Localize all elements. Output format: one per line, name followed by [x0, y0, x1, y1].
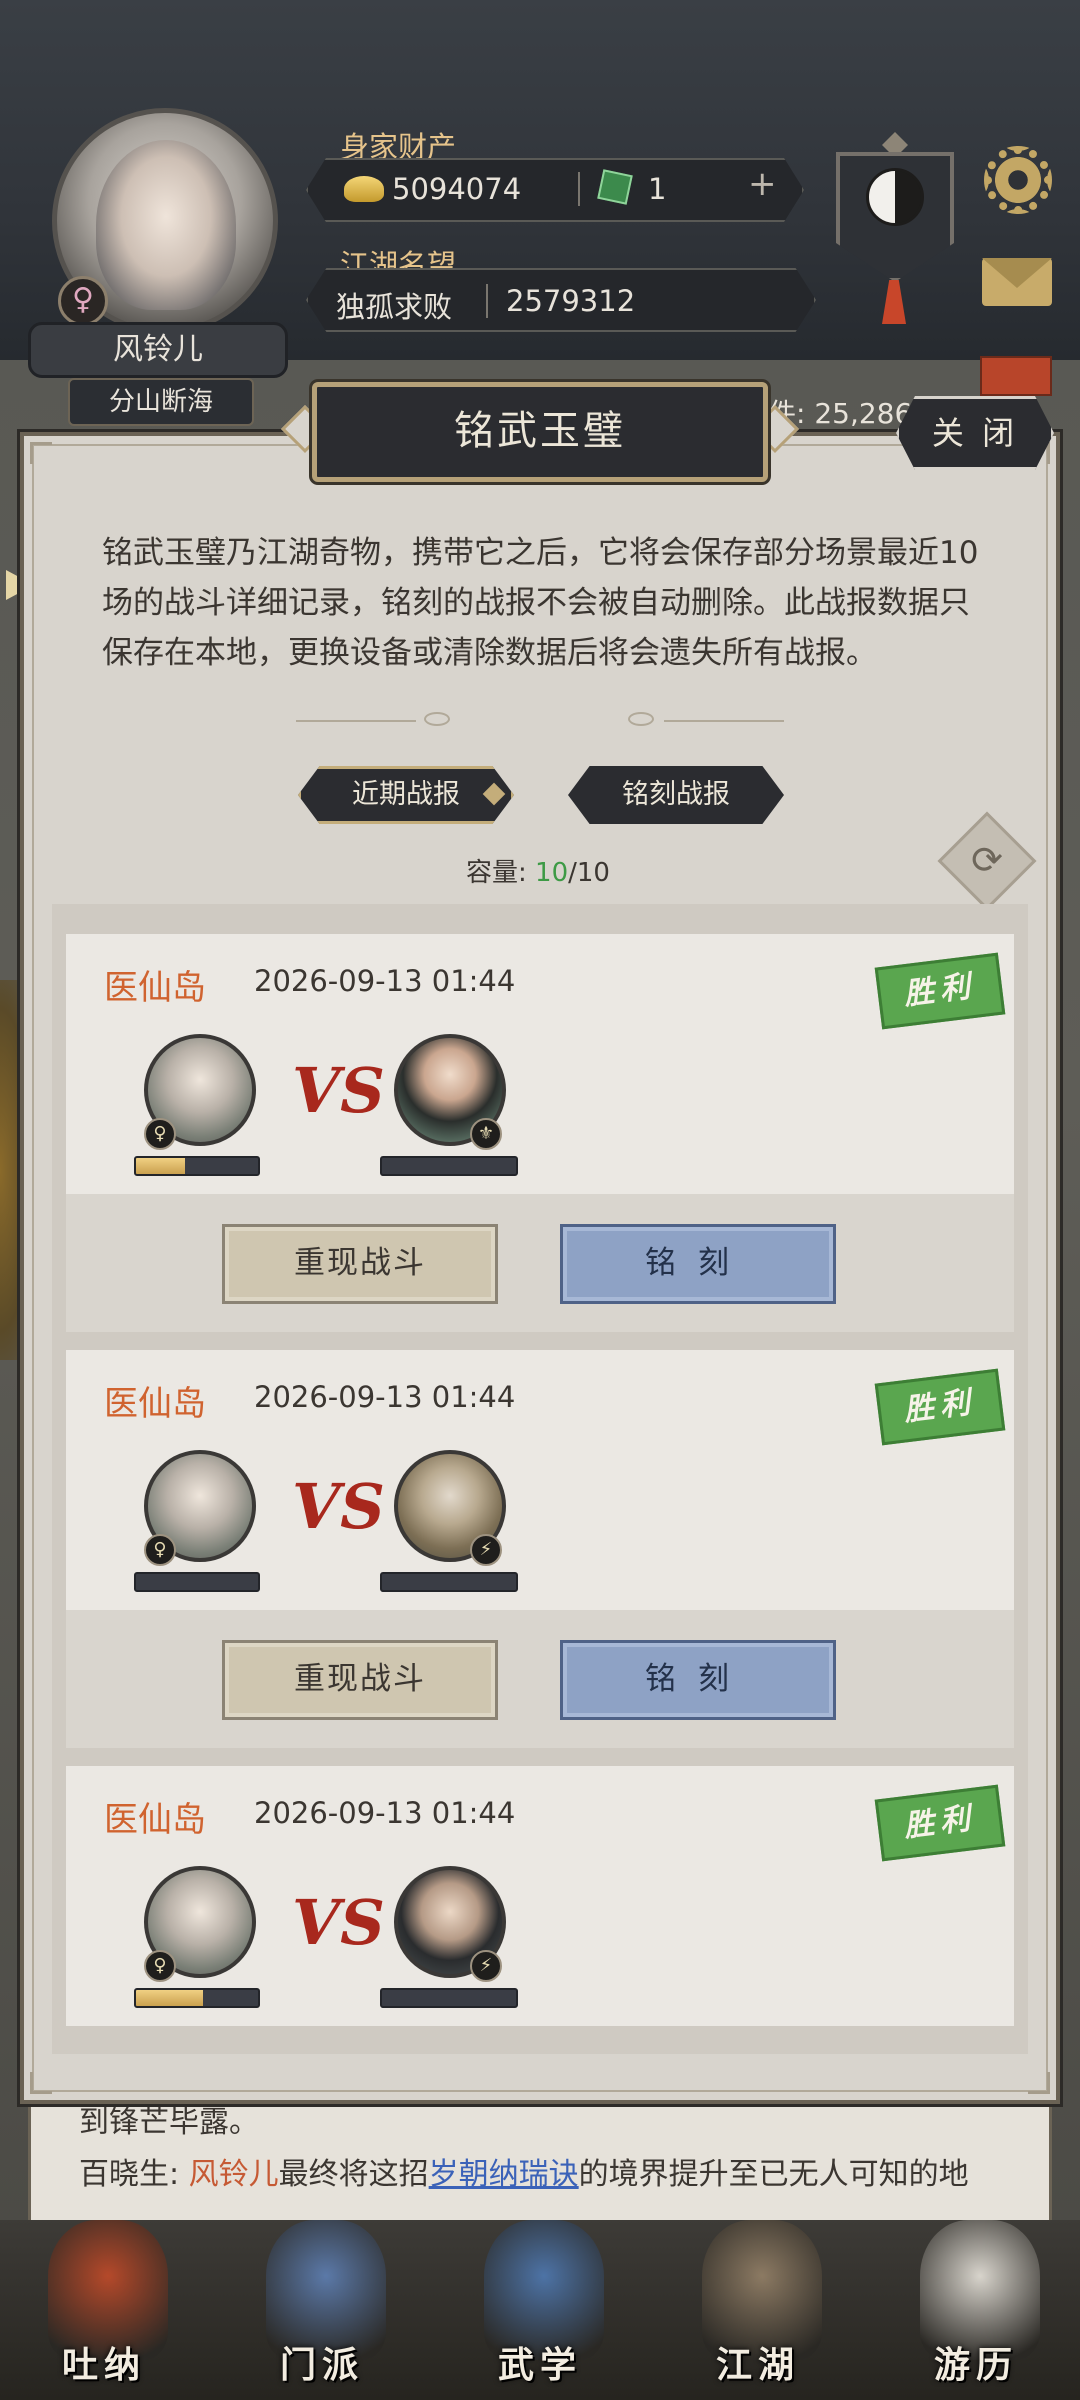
dialog-title: 铭武玉璧 [312, 382, 768, 482]
capacity-total: /10 [568, 858, 610, 888]
replay-battle-button[interactable]: 重现战斗 [222, 1640, 498, 1720]
carve-report-button[interactable]: 铭刻 [560, 1640, 836, 1720]
gold-ingot-icon [344, 176, 384, 202]
story-skill-link[interactable]: 岁朝纳瑞诀 [429, 2157, 579, 2192]
replay-battle-button[interactable]: 重现战斗 [222, 1224, 498, 1304]
player-health-bar [134, 1988, 260, 2008]
jade-icon [597, 169, 633, 205]
story-line: 到锋芒毕露。 [79, 2105, 259, 2140]
dialog-description: 铭武玉璧乃江湖奇物，携带它之后，它将会保存部分场景最近10场的战斗详细记录，铭刻… [102, 535, 979, 671]
capacity-used: 10 [535, 858, 569, 888]
divider [664, 720, 784, 722]
female-icon: ♀ [144, 1534, 176, 1566]
battle-report-card: 医仙岛 2026-09-13 01:44 胜利 ♀ VS ⚡ [66, 1766, 1014, 2046]
corner-ornament [30, 2072, 52, 2094]
opponent-sect-icon: ⚡ [470, 1534, 502, 1566]
nav-sect[interactable]: 门派 [232, 2206, 412, 2396]
battle-time: 2026-09-13 01:44 [254, 1796, 516, 1830]
nav-jianghu[interactable]: 江湖 [668, 2206, 848, 2396]
player-health-bar [134, 1572, 260, 1592]
story-text: 最终将这招 [278, 2157, 429, 2192]
battle-time: 2026-09-13 01:44 [254, 1380, 516, 1414]
opponent-sect-icon: ⚡ [470, 1950, 502, 1982]
corner-ornament [30, 442, 52, 464]
player-health-fill [136, 1158, 185, 1174]
nav-label: 江湖 [715, 2344, 800, 2386]
battle-location: 医仙岛 [104, 968, 206, 1008]
player-health-bar [134, 1156, 260, 1176]
divider [486, 284, 488, 318]
female-icon: ♀ [144, 1950, 176, 1982]
capacity-label: 容量: [466, 858, 536, 888]
story-player-name: 风铃儿 [188, 2157, 279, 2192]
nav-label: 吐纳 [61, 2344, 146, 2386]
gear-icon[interactable] [984, 146, 1052, 214]
tab-recent-reports[interactable]: 近期战报 [298, 766, 514, 824]
divider [296, 720, 416, 722]
capacity-indicator: 容量: 10/10 [466, 852, 610, 889]
fame-value: 2579312 [506, 284, 636, 318]
opponent-health-bar [380, 1988, 518, 2008]
female-icon: ♀ [58, 276, 108, 326]
battle-report-list[interactable]: 医仙岛 2026-09-13 01:44 胜利 ♀ VS ⚜ 重现战斗 铭刻 医… [52, 904, 1028, 2054]
versus-icon: VS [292, 1470, 385, 1543]
nav-martial-arts[interactable]: 武学 [450, 2206, 630, 2396]
event-tab[interactable] [980, 356, 1052, 396]
divider-ornament [628, 712, 654, 726]
card-action-area: 重现战斗 铭刻 [66, 1194, 1014, 1332]
nav-breathing[interactable]: 吐纳 [14, 2206, 194, 2396]
battle-time: 2026-09-13 01:44 [254, 964, 516, 998]
yin-yang-icon [866, 168, 924, 226]
opponent-health-bar [380, 1156, 518, 1176]
tab-carved-reports[interactable]: 铭刻战报 [568, 766, 784, 824]
mail-icon[interactable] [982, 258, 1052, 306]
nav-travel[interactable]: 游历 [886, 2206, 1066, 2396]
opponent-health-bar [380, 1572, 518, 1592]
versus-icon: VS [292, 1054, 385, 1127]
player-avatar[interactable] [96, 140, 236, 310]
nav-label: 游历 [933, 2344, 1018, 2386]
player-health-fill [136, 1990, 204, 2006]
versus-icon: VS [292, 1886, 385, 1959]
jade-amount: 1 [648, 172, 667, 206]
player-name: 风铃儿 [28, 322, 288, 378]
divider [578, 172, 580, 206]
story-line: 百晓生: 风铃儿最终将这招岁朝纳瑞诀的境界提升至已无人可知的地 [79, 2149, 1001, 2201]
player-title: 分山断海 [68, 378, 254, 426]
female-icon: ♀ [144, 1118, 176, 1150]
refresh-icon: ⟳ [971, 838, 1003, 882]
story-prefix: 百晓生: [79, 2157, 189, 2192]
battle-report-card: 医仙岛 2026-09-13 01:44 胜利 ♀ VS ⚜ 重现战斗 铭刻 [66, 934, 1014, 1332]
card-action-area: 重现战斗 铭刻 [66, 1610, 1014, 1748]
story-text: 的境界提升至已无人可知的地 [578, 2157, 969, 2192]
nav-label: 武学 [497, 2344, 582, 2386]
corner-ornament [1028, 2072, 1050, 2094]
close-button[interactable]: 关 闭 [896, 396, 1054, 470]
gold-amount: 5094074 [392, 172, 522, 206]
divider-ornament [424, 712, 450, 726]
battle-location: 医仙岛 [104, 1800, 206, 1840]
battle-report-card: 医仙岛 2026-09-13 01:44 胜利 ♀ VS ⚡ 重现战斗 铭刻 [66, 1350, 1014, 1748]
battle-location: 医仙岛 [104, 1384, 206, 1424]
carve-report-button[interactable]: 铭刻 [560, 1224, 836, 1304]
fame-rank: 独孤求败 [336, 290, 453, 324]
add-currency-icon[interactable]: + [748, 164, 777, 204]
opponent-sect-icon: ⚜ [470, 1118, 502, 1150]
nav-label: 门派 [279, 2344, 364, 2386]
